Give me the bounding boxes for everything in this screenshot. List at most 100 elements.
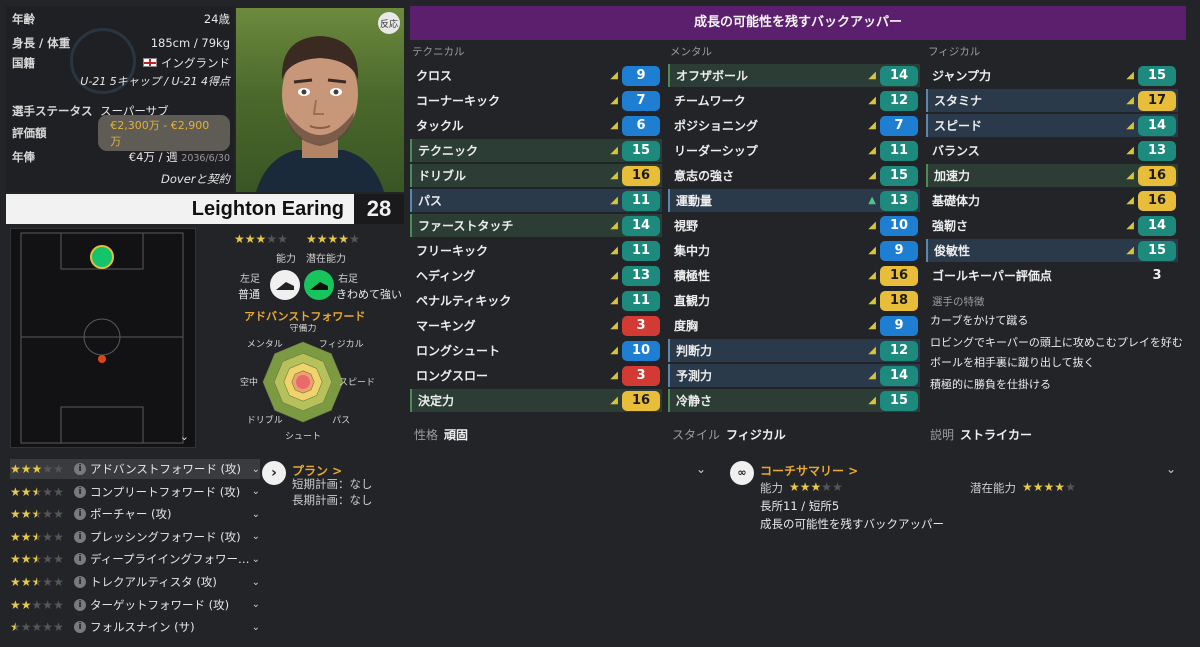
attribute-row[interactable]: 積極性 ◢ 16 bbox=[668, 264, 920, 287]
role-row[interactable]: ★★★★★ i ターゲットフォワード (攻) ⌄ bbox=[10, 595, 260, 615]
attribute-value: 3 bbox=[1152, 267, 1162, 283]
radar-label: 空中 bbox=[240, 376, 258, 388]
attribute-row[interactable]: ロングシュート ◢ 10 bbox=[410, 339, 662, 362]
role-row[interactable]: ★★★★★ i コンプリートフォワード (攻) ⌄ bbox=[10, 482, 260, 502]
star-empty-icon: ★ bbox=[53, 484, 64, 499]
role-chevron-down-icon[interactable]: ⌄ bbox=[252, 554, 260, 565]
attribute-row[interactable]: ヘディング ◢ 13 bbox=[410, 264, 662, 287]
attribute-row[interactable]: 意志の強さ ◢ 15 bbox=[668, 164, 920, 187]
role-row[interactable]: ★★★★★ i トレクアルティスタ (攻) ⌄ bbox=[10, 572, 260, 592]
attribute-row[interactable]: ロングスロー ◢ 3 bbox=[410, 364, 662, 387]
role-row[interactable]: ★★★★★ i フォルスナイン (サ) ⌄ bbox=[10, 617, 260, 637]
attribute-name: 俊敏性 bbox=[934, 244, 971, 258]
role-row[interactable]: ★★★★★ i プレッシングフォワード (攻) ⌄ bbox=[10, 527, 260, 547]
attribute-row[interactable]: ドリブル ◢ 16 bbox=[410, 164, 662, 187]
attribute-row[interactable]: コーナーキック ◢ 7 bbox=[410, 89, 662, 112]
attribute-row[interactable]: フリーキック ◢ 11 bbox=[410, 239, 662, 262]
attribute-row[interactable]: 運動量 ▲ 13 bbox=[668, 189, 920, 212]
wage-expiry: 2036/6/30 bbox=[181, 153, 230, 164]
attribute-row[interactable]: スピード ◢ 14 bbox=[926, 114, 1178, 137]
role-row[interactable]: ★★★★★ i アドバンストフォワード (攻) ⌄ bbox=[10, 459, 260, 479]
attribute-row[interactable]: スタミナ ◢ 17 bbox=[926, 89, 1178, 112]
attribute-row[interactable]: 視野 ◢ 10 bbox=[668, 214, 920, 237]
attribute-row[interactable]: 予測力 ◢ 14 bbox=[668, 364, 920, 387]
info-icon[interactable]: i bbox=[74, 463, 86, 475]
info-icon[interactable]: i bbox=[74, 598, 86, 611]
attribute-row[interactable]: テクニック ◢ 15 bbox=[410, 139, 662, 162]
role-row[interactable]: ★★★★★ i ポーチャー (攻) ⌄ bbox=[10, 504, 260, 524]
star-full-icon: ★ bbox=[327, 232, 339, 246]
role-chevron-down-icon[interactable]: ⌄ bbox=[252, 622, 260, 633]
coach-binoculars-icon: ∞ bbox=[730, 461, 754, 485]
role-name: トレクアルティスタ (攻) bbox=[90, 575, 217, 589]
role-chevron-down-icon[interactable]: ⌄ bbox=[252, 486, 260, 497]
attribute-row[interactable]: オフザボール ◢ 14 bbox=[668, 64, 920, 87]
role-stars: ★★★★★ bbox=[10, 462, 74, 476]
info-icon[interactable]: i bbox=[74, 621, 86, 634]
potential-stars: ★★★★★ bbox=[306, 232, 360, 246]
react-button[interactable]: 反応 bbox=[378, 12, 400, 34]
attribute-value: 15 bbox=[1138, 240, 1176, 261]
pitch-expand-chevron-icon[interactable]: ⌄ bbox=[180, 430, 189, 443]
info-icon[interactable]: i bbox=[74, 485, 86, 498]
info-icon[interactable]: i bbox=[74, 530, 86, 543]
contract-text[interactable]: Doverと契約 bbox=[161, 171, 230, 187]
attribute-row[interactable]: 基礎体力 ◢ 16 bbox=[926, 189, 1178, 212]
star-full-icon: ★ bbox=[1022, 480, 1033, 494]
nation-label: 国籍 bbox=[12, 56, 35, 70]
attribute-row[interactable]: 冷静さ ◢ 15 bbox=[668, 389, 920, 412]
attribute-row[interactable]: バランス ◢ 13 bbox=[926, 139, 1178, 162]
star-empty-icon: ★ bbox=[821, 480, 833, 494]
role-row[interactable]: ★★★★★ i ディープライイングフォワー… ⌄ bbox=[10, 549, 260, 569]
role-chevron-down-icon[interactable]: ⌄ bbox=[252, 509, 260, 520]
training-arrow-icon: ◢ bbox=[868, 395, 876, 406]
coach-chevron-down-icon[interactable]: ⌄ bbox=[1166, 462, 1176, 476]
attribute-row[interactable]: 強靭さ ◢ 14 bbox=[926, 214, 1178, 237]
star-full-icon: ★ bbox=[20, 552, 32, 567]
attribute-row[interactable]: タックル ◢ 6 bbox=[410, 114, 662, 137]
role-chevron-down-icon[interactable]: ⌄ bbox=[252, 531, 260, 542]
star-empty-icon: ★ bbox=[53, 575, 64, 589]
attribute-row[interactable]: 加速力 ◢ 16 bbox=[926, 164, 1178, 187]
role-chevron-down-icon[interactable]: ⌄ bbox=[252, 599, 260, 610]
star-full-icon: ★ bbox=[10, 507, 21, 522]
role-chevron-down-icon[interactable]: ⌄ bbox=[252, 577, 260, 588]
info-icon[interactable]: i bbox=[74, 553, 86, 566]
attribute-row[interactable]: 度胸 ◢ 9 bbox=[668, 314, 920, 337]
role-name: フォルスナイン (サ) bbox=[90, 620, 195, 635]
attribute-row[interactable]: クロス ◢ 9 bbox=[410, 64, 662, 87]
nation-value[interactable]: イングランド bbox=[143, 55, 230, 71]
attribute-row[interactable]: 俊敏性 ◢ 15 bbox=[926, 239, 1178, 262]
attribute-value: 15 bbox=[1138, 65, 1176, 86]
info-icon[interactable]: i bbox=[74, 508, 86, 521]
attribute-row[interactable]: ペナルティキック ◢ 11 bbox=[410, 289, 662, 312]
expand-arrow-button[interactable]: › bbox=[262, 461, 286, 485]
attribute-row[interactable]: マーキング ◢ 3 bbox=[410, 314, 662, 337]
attribute-row[interactable]: 直観力 ◢ 18 bbox=[668, 289, 920, 312]
attribute-row[interactable]: リーダーシップ ◢ 11 bbox=[668, 139, 920, 162]
info-icon[interactable]: i bbox=[74, 576, 86, 588]
attribute-name: スピード bbox=[934, 119, 983, 133]
star-full-icon: ★ bbox=[244, 232, 256, 246]
primary-position-marker bbox=[90, 245, 114, 269]
coach-strengths: 長所11 / 短所5 bbox=[760, 499, 840, 513]
position-pitch[interactable]: ⌄ bbox=[10, 228, 196, 448]
attribute-value: 7 bbox=[880, 115, 918, 136]
plan-chevron-down-icon[interactable]: ⌄ bbox=[696, 462, 706, 476]
attribute-row[interactable]: ファーストタッチ ◢ 14 bbox=[410, 214, 662, 237]
role-chevron-down-icon[interactable]: ⌄ bbox=[252, 464, 260, 475]
coach-summary-link[interactable]: コーチサマリー > bbox=[760, 462, 858, 479]
attribute-row[interactable]: 判断力 ◢ 12 bbox=[668, 339, 920, 362]
attribute-row[interactable]: チームワーク ◢ 12 bbox=[668, 89, 920, 112]
star-empty-icon: ★ bbox=[42, 597, 54, 612]
valuation-value[interactable]: €2,300万 - €2,900万 bbox=[98, 115, 230, 151]
right-foot-label: 右足 bbox=[338, 274, 358, 285]
attribute-row[interactable]: 集中力 ◢ 9 bbox=[668, 239, 920, 262]
attribute-row[interactable]: ジャンプ力 ◢ 15 bbox=[926, 64, 1178, 87]
role-name: アドバンストフォワード bbox=[244, 310, 366, 323]
attribute-row[interactable]: ポジショニング ◢ 7 bbox=[668, 114, 920, 137]
attribute-row[interactable]: ゴールキーパー評価点 3 bbox=[926, 264, 1178, 287]
training-arrow-icon: ◢ bbox=[868, 370, 876, 381]
attribute-row[interactable]: 決定力 ◢ 16 bbox=[410, 389, 662, 412]
attribute-row[interactable]: パス ◢ 11 bbox=[410, 189, 662, 212]
